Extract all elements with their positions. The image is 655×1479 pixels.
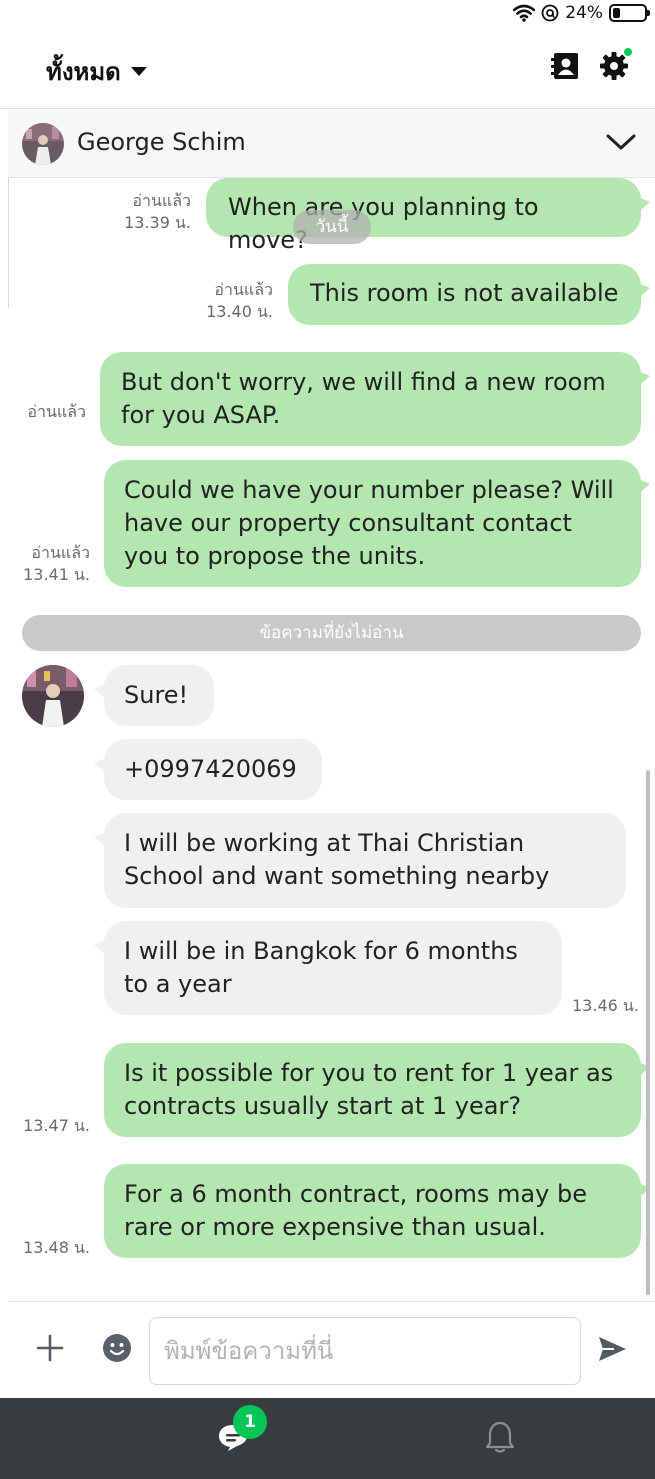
notification-dot xyxy=(623,47,633,57)
scrollbar[interactable] xyxy=(646,770,650,1295)
message-text: When are you planning to move? xyxy=(228,193,539,254)
bubble-tail xyxy=(636,196,650,214)
incoming-message-bubble[interactable]: Sure! xyxy=(104,665,214,726)
outgoing-message-bubble[interactable]: But don't worry, we will find a new room… xyxy=(100,352,641,446)
message-text: rare or more expensive than usual. xyxy=(124,1213,546,1241)
send-icon[interactable] xyxy=(596,1334,628,1364)
line-chat-screen: 24% ทั้งหมด George Schim อ่านแล้ว 13.39 … xyxy=(0,0,655,1479)
message-text: But don't worry, we will find a new room xyxy=(121,368,606,396)
message-text: +0997420069 xyxy=(124,755,297,783)
message-text: I will be working at Thai Christian xyxy=(124,829,525,857)
message-text: For a 6 month contract, rooms may be xyxy=(124,1180,587,1208)
contacts-icon[interactable] xyxy=(550,50,582,82)
incoming-message-bubble[interactable]: +0997420069 xyxy=(104,739,322,800)
message-meta: อ่านแล้ว xyxy=(27,401,86,423)
message-meta: อ่านแล้ว 13.40 น. xyxy=(206,279,273,323)
message-text: School and want something nearby xyxy=(124,862,550,890)
read-receipt: อ่านแล้ว xyxy=(132,191,191,210)
avatar[interactable] xyxy=(22,665,84,727)
contact-name: George Schim xyxy=(77,128,246,156)
message-time: 13.47 น. xyxy=(23,1116,90,1135)
read-receipt: อ่านแล้ว xyxy=(27,402,86,421)
filter-label: ทั้งหมด xyxy=(46,58,121,86)
top-header: ทั้งหมด xyxy=(0,32,655,109)
bubble-tail xyxy=(94,939,108,957)
avatar[interactable] xyxy=(22,123,64,165)
date-separator: วันนี้ xyxy=(293,210,371,244)
chat-header: George Schim xyxy=(8,110,655,178)
message-time: 13.48 น. xyxy=(23,1238,90,1257)
message-meta: อ่านแล้ว 13.41 น. xyxy=(23,542,90,586)
message-text: Is it possible for you to rent for 1 yea… xyxy=(124,1059,614,1087)
emoji-icon[interactable] xyxy=(102,1333,132,1363)
bubble-tail xyxy=(94,757,108,775)
read-receipt: อ่านแล้ว xyxy=(214,280,273,299)
bubble-tail xyxy=(636,478,650,496)
message-text: I will be in Bangkok for 6 months xyxy=(124,937,518,965)
message-input[interactable] xyxy=(149,1317,581,1385)
incoming-message-bubble[interactable]: I will be working at Thai Christian Scho… xyxy=(104,813,626,908)
message-text: have our property consultant contact xyxy=(124,509,572,537)
bell-icon[interactable] xyxy=(484,1420,516,1454)
message-text: Sure! xyxy=(124,681,189,709)
wifi-icon xyxy=(513,4,536,22)
status-bar: 24% xyxy=(0,0,655,32)
message-list[interactable]: อ่านแล้ว 13.39 น. When are you planning … xyxy=(8,178,655,1301)
message-text: Could we have your number please? Will xyxy=(124,476,614,504)
bubble-tail xyxy=(636,282,650,300)
unread-divider: ข้อความที่ยังไม่อ่าน xyxy=(22,615,641,651)
divider xyxy=(8,178,9,308)
message-time: 13.46 น. xyxy=(572,996,639,1015)
bubble-tail xyxy=(636,370,650,388)
outgoing-message-bubble[interactable]: Could we have your number please? Will h… xyxy=(104,460,641,587)
chevron-down-icon[interactable] xyxy=(605,130,637,154)
bubble-tail xyxy=(94,683,108,701)
incoming-message-bubble[interactable]: I will be in Bangkok for 6 months to a y… xyxy=(104,921,562,1015)
outgoing-message-bubble[interactable]: This room is not available xyxy=(288,264,641,325)
caret-down-icon xyxy=(130,67,147,76)
battery-percent: 24% xyxy=(565,3,603,23)
message-text: This room is not available xyxy=(310,279,619,307)
read-receipt: อ่านแล้ว xyxy=(31,543,90,562)
location-lock-icon xyxy=(541,4,559,22)
message-time: 13.39 น. xyxy=(124,213,191,232)
bubble-tail xyxy=(94,831,108,849)
message-meta: อ่านแล้ว 13.39 น. xyxy=(124,190,191,234)
battery-icon xyxy=(609,4,650,22)
message-text: contracts usually start at 1 year? xyxy=(124,1092,522,1120)
settings-button[interactable] xyxy=(598,47,633,82)
outgoing-message-bubble[interactable]: Is it possible for you to rent for 1 yea… xyxy=(104,1043,641,1137)
message-time: 13.40 น. xyxy=(206,302,273,321)
bottom-nav xyxy=(0,1398,655,1479)
message-text: for you ASAP. xyxy=(121,401,281,429)
plus-icon[interactable] xyxy=(36,1334,64,1362)
outgoing-message-bubble[interactable]: For a 6 month contract, rooms may be rar… xyxy=(104,1164,641,1258)
message-text: to a year xyxy=(124,970,232,998)
message-text: you to propose the units. xyxy=(124,542,426,570)
unread-count-badge: 1 xyxy=(233,1405,267,1439)
message-time: 13.41 น. xyxy=(23,565,90,584)
chat-filter-dropdown[interactable]: ทั้งหมด xyxy=(46,52,147,91)
outgoing-message-bubble[interactable]: When are you planning to move? xyxy=(206,178,641,254)
message-composer xyxy=(8,1301,655,1398)
